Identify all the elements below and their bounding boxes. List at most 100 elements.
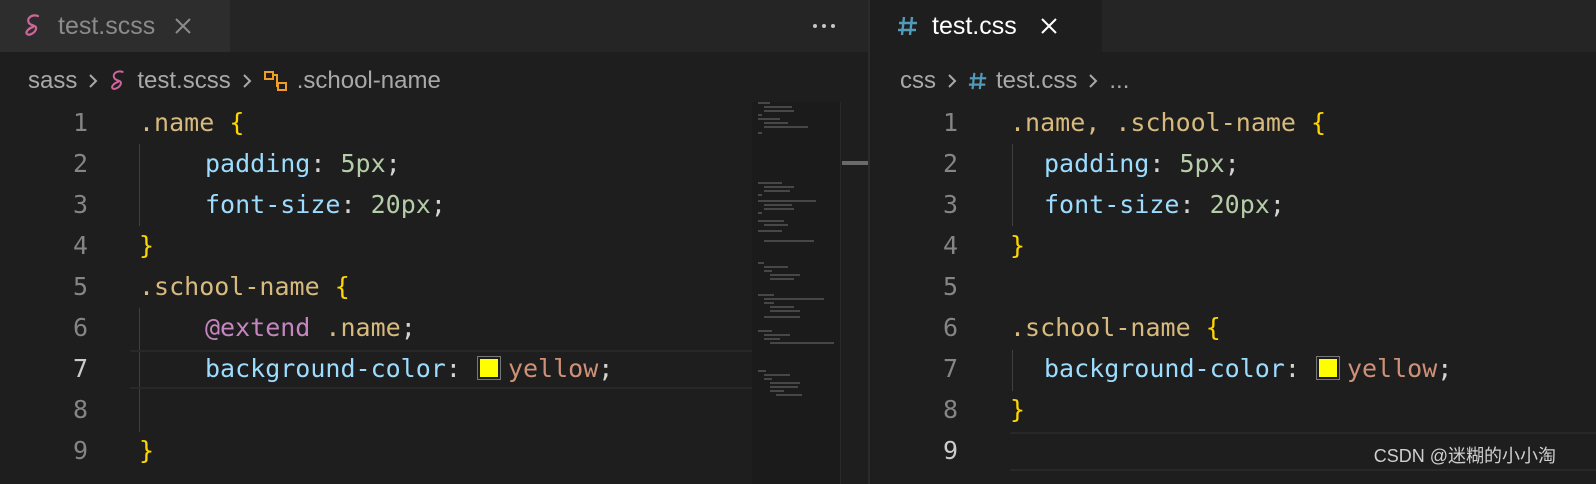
line-number: 5 bbox=[72, 272, 88, 301]
breadcrumb-symbol[interactable]: ... bbox=[1109, 67, 1129, 95]
code-line: 7 background-color: yellow; bbox=[870, 348, 1596, 389]
tab-test-scss[interactable]: test.scss bbox=[0, 0, 230, 52]
tab-test-css[interactable]: test.css bbox=[870, 0, 1102, 52]
line-number: 7 bbox=[942, 354, 958, 383]
number-value: 20px bbox=[370, 190, 431, 219]
code-line: 1 .name, .school-name { bbox=[870, 102, 1596, 143]
code-line: 6 .school-name { bbox=[870, 307, 1596, 348]
vertical-scrollbar[interactable] bbox=[840, 102, 868, 484]
colon: : bbox=[1284, 354, 1300, 383]
line-number: 3 bbox=[942, 190, 958, 219]
line-number: 4 bbox=[942, 231, 958, 260]
brace: { bbox=[334, 272, 350, 301]
brace: } bbox=[139, 231, 155, 260]
brace: { bbox=[1311, 108, 1327, 137]
line-number: 6 bbox=[72, 313, 88, 342]
line-number: 2 bbox=[72, 149, 88, 178]
code-line: 3 font-size: 20px; bbox=[870, 184, 1596, 225]
line-number: 8 bbox=[942, 395, 958, 424]
tab-bar: test.css bbox=[870, 0, 1596, 52]
code-editor[interactable]: 1 .name { 2 padding: 5px; 3 font-size: 2… bbox=[0, 102, 868, 484]
watermark: CSDN @迷糊的小小淘 bbox=[1373, 446, 1556, 466]
line-number: 6 bbox=[942, 313, 958, 342]
hash-icon bbox=[896, 14, 920, 38]
right-editor-group: test.css css test.css ... 1 .name, .scho… bbox=[870, 0, 1596, 484]
breadcrumb-symbol[interactable]: .school-name bbox=[297, 67, 441, 95]
code-line: 3 font-size: 20px; bbox=[0, 184, 868, 225]
color-value: yellow bbox=[507, 354, 599, 383]
colon: : bbox=[445, 354, 461, 383]
code-line: 9 } bbox=[0, 430, 868, 471]
line-number: 9 bbox=[942, 436, 958, 465]
semicolon: ; bbox=[1437, 354, 1453, 383]
brace: } bbox=[139, 436, 155, 465]
code-line: 5 .school-name { bbox=[0, 266, 868, 307]
line-number: 4 bbox=[72, 231, 88, 260]
chevron-right-icon bbox=[946, 72, 958, 90]
code-line: 7 background-color: yellow; bbox=[0, 348, 868, 389]
minimap[interactable] bbox=[752, 102, 840, 484]
selector: .name bbox=[139, 108, 215, 137]
tab-label: test.css bbox=[932, 11, 1017, 40]
line-number: 3 bbox=[72, 190, 88, 219]
chevron-right-icon bbox=[87, 72, 99, 90]
code-line: 4 } bbox=[0, 225, 868, 266]
breadcrumb-file[interactable]: test.scss bbox=[137, 67, 230, 95]
breadcrumb-file[interactable]: test.css bbox=[996, 67, 1077, 95]
number-value: 5px bbox=[1179, 149, 1225, 178]
number-value: 5px bbox=[340, 149, 386, 178]
line-number: 1 bbox=[72, 108, 88, 137]
chevron-right-icon bbox=[1087, 72, 1099, 90]
selector: .name, .school-name bbox=[1010, 108, 1296, 137]
breadcrumb-folder[interactable]: css bbox=[900, 67, 936, 95]
color-swatch[interactable] bbox=[1315, 356, 1340, 380]
more-actions-icon[interactable] bbox=[808, 14, 840, 38]
brace: { bbox=[229, 108, 245, 137]
line-number: 8 bbox=[72, 395, 88, 424]
code-line: 6 @extend .name; bbox=[0, 307, 868, 348]
close-icon[interactable] bbox=[1037, 14, 1061, 38]
color-value: yellow bbox=[1346, 354, 1438, 383]
selector: .school-name bbox=[1010, 313, 1191, 342]
sass-icon bbox=[22, 13, 46, 39]
code-line: 5 bbox=[870, 266, 1596, 307]
colon: : bbox=[340, 190, 356, 219]
color-swatch[interactable] bbox=[476, 356, 501, 380]
semicolon: ; bbox=[1269, 190, 1285, 219]
semicolon: ; bbox=[400, 313, 416, 342]
selector: .name bbox=[325, 313, 401, 342]
code-line: 8 bbox=[0, 389, 868, 430]
symbol-class-icon bbox=[263, 69, 289, 93]
code-line: 4 } bbox=[870, 225, 1596, 266]
close-icon[interactable] bbox=[171, 14, 195, 38]
brace: } bbox=[1010, 395, 1026, 424]
code-editor[interactable]: 1 .name, .school-name { 2 padding: 5px; … bbox=[870, 102, 1596, 484]
property: background-color bbox=[205, 354, 446, 383]
property: font-size bbox=[1044, 190, 1180, 219]
number-value: 20px bbox=[1209, 190, 1270, 219]
line-number: 1 bbox=[942, 108, 958, 137]
at-rule-keyword: @extend bbox=[205, 313, 311, 342]
property: background-color bbox=[1044, 354, 1285, 383]
breadcrumb-folder[interactable]: sass bbox=[28, 67, 77, 95]
chevron-right-icon bbox=[241, 72, 253, 90]
semicolon: ; bbox=[598, 354, 614, 383]
line-number: 7 bbox=[72, 354, 88, 383]
code-line: 1 .name { bbox=[0, 102, 868, 143]
left-editor-group: test.scss sass test.scss .school-name 1 bbox=[0, 0, 868, 484]
colon: : bbox=[1179, 190, 1195, 219]
breadcrumb: css test.css ... bbox=[870, 58, 1596, 104]
property: padding bbox=[1044, 149, 1150, 178]
semicolon: ; bbox=[385, 149, 401, 178]
line-number: 9 bbox=[72, 436, 88, 465]
property: font-size bbox=[205, 190, 341, 219]
property: padding bbox=[205, 149, 311, 178]
scrollbar-thumb[interactable] bbox=[842, 161, 868, 165]
sass-icon bbox=[109, 69, 129, 93]
line-number: 2 bbox=[942, 149, 958, 178]
semicolon: ; bbox=[1224, 149, 1240, 178]
tab-label: test.scss bbox=[58, 11, 156, 40]
code-line: 2 padding: 5px; bbox=[0, 143, 868, 184]
selector: .school-name bbox=[139, 272, 320, 301]
code-line: 2 padding: 5px; bbox=[870, 143, 1596, 184]
